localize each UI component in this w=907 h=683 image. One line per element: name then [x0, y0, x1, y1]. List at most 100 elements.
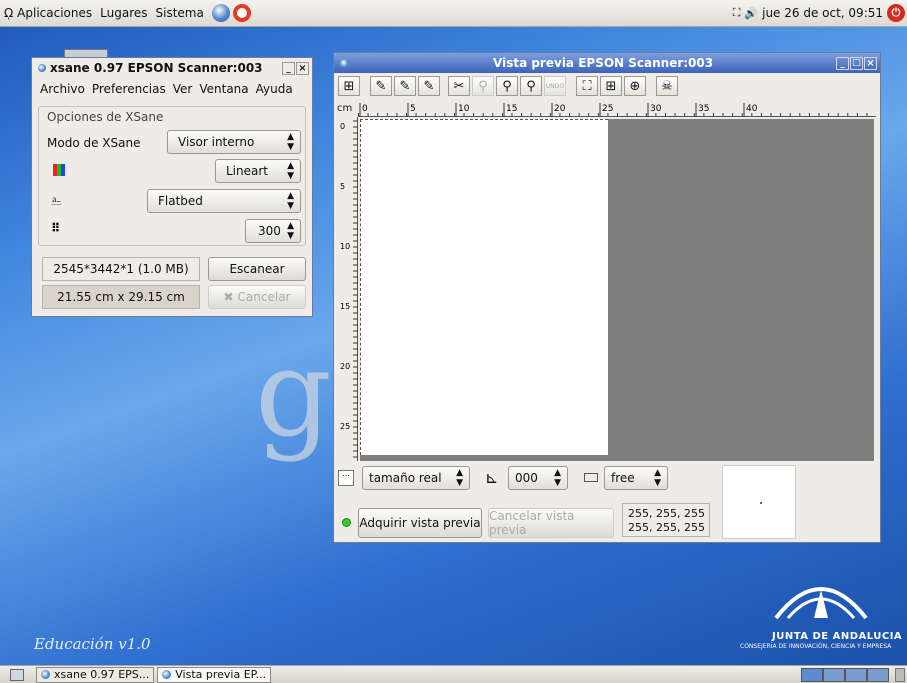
preview-minimize-button[interactable]: _	[836, 56, 849, 70]
clock[interactable]: jue 26 de oct, 09:51	[762, 6, 883, 20]
menu-ventana[interactable]: Ventana	[199, 82, 248, 96]
source-select[interactable]: Flatbed ▲ ▼	[147, 189, 301, 213]
preview-toolbar: ⊞ ✎ ✎ ✎ ✂ ⚲ ⚲ ⚲ UNDO ⛶ ⊞ ⊕ ☠	[334, 73, 880, 99]
histogram-thumbnail	[722, 465, 796, 539]
menu-aplicaciones[interactable]: Aplicaciones	[13, 6, 96, 20]
menu-lugares[interactable]: Lugares	[96, 6, 151, 20]
preview-task-icon	[162, 670, 172, 679]
vruler-label: 5	[340, 182, 345, 191]
hruler-label: 5	[410, 104, 416, 114]
menu-sistema[interactable]: Sistema	[152, 6, 208, 20]
resolution-icon: ⠿	[51, 221, 61, 235]
menu-preferencias[interactable]: Preferencias	[92, 82, 166, 96]
scan-area[interactable]	[360, 119, 608, 455]
zoom-area-icon[interactable]: ⚲	[520, 76, 542, 96]
vruler-label: 10	[340, 242, 350, 251]
help-lifebuoy-icon[interactable]	[232, 4, 251, 22]
fit-select-icon[interactable]: ⊕	[624, 76, 646, 96]
minimize-button[interactable]: _	[282, 61, 295, 75]
xsane-task-icon	[41, 670, 50, 679]
preview-maximize-button[interactable]: □	[850, 56, 863, 70]
hruler-label: 0	[362, 104, 368, 114]
cancel-icon: ✖	[223, 290, 234, 304]
taskbar-item-preview[interactable]: Vista previa EP...	[157, 666, 272, 683]
pipette-white-icon[interactable]: ✎	[370, 76, 392, 96]
network-icon[interactable]: ⛶	[733, 6, 741, 20]
acquire-preview-button[interactable]: Adquirir vista previa	[358, 508, 482, 538]
junta-logo	[766, 570, 876, 620]
xsane-titlebar[interactable]: xsane 0.97 EPSON Scanner:003 _ ×	[32, 58, 312, 78]
volume-icon[interactable]: 🔊	[744, 7, 758, 20]
bottom-panel: xsane 0.97 EPS... Vista previa EP...	[0, 665, 907, 683]
menu-ver[interactable]: Ver	[173, 82, 193, 96]
desktop-brand-text: Educación v1.0	[34, 635, 151, 653]
vruler-label: 0	[340, 122, 345, 131]
resolution-select[interactable]: 300 ▲ ▼	[245, 219, 301, 243]
preview-titlebar[interactable]: Vista previa EPSON Scanner:003 _ □ ×	[334, 53, 880, 73]
xsane-menubar: Archivo Preferencias Ver Ventana Ayuda	[32, 78, 312, 100]
preview-title: Vista previa EPSON Scanner:003	[493, 56, 714, 70]
ruler-unit: cm	[337, 103, 353, 114]
zoom-select[interactable]: tamaño real ▲ ▼	[362, 466, 470, 490]
workspace-1[interactable]	[801, 667, 823, 682]
pipette-gray-icon[interactable]: ✎	[394, 76, 416, 96]
vertical-ruler: 0 5 10 15 20 25	[338, 117, 358, 461]
zoom-in-icon[interactable]: ⚲	[496, 76, 518, 96]
hruler-label: 20	[554, 104, 566, 114]
preview-window: Vista previa EPSON Scanner:003 _ □ × ⊞ ✎…	[333, 52, 881, 543]
hruler-label: 10	[458, 104, 470, 114]
hruler-label: 25	[602, 104, 613, 114]
menu-ayuda[interactable]: Ayuda	[256, 82, 293, 96]
xsane-window: xsane 0.97 EPSON Scanner:003 _ × Archivo…	[31, 57, 313, 317]
rgb-line-2: 255, 255, 255	[628, 521, 705, 534]
scan-button[interactable]: Escanear	[208, 257, 306, 281]
trash-icon[interactable]	[895, 667, 905, 682]
vruler-label: 20	[340, 362, 350, 371]
select-area-icon[interactable]: ⊞	[338, 76, 360, 96]
hruler-label: 30	[650, 104, 662, 114]
pipette-black-icon[interactable]: ✎	[418, 76, 440, 96]
ratio-select[interactable]: free ▲ ▼	[604, 466, 668, 490]
mode-select[interactable]: Visor interno ▲ ▼	[167, 130, 301, 154]
rotation-icon: ⊾	[485, 468, 499, 487]
cancel-scan-button[interactable]: ✖ Cancelar	[208, 285, 306, 309]
delete-preview-icon[interactable]: ☠	[656, 76, 678, 96]
preview-close-button[interactable]: ×	[864, 56, 877, 70]
hruler-label: 40	[746, 104, 758, 114]
junta-subtitle: CONSEJERÍA DE INNOVACIÓN, CIENCIA Y EMPR…	[740, 643, 892, 650]
workspace-2[interactable]	[823, 667, 845, 682]
rgb-line-1: 255, 255, 255	[628, 507, 705, 520]
fit-full-icon[interactable]: ⛶	[576, 76, 598, 96]
desktop-logo-g: g	[255, 325, 332, 464]
menu-archivo[interactable]: Archivo	[40, 82, 85, 96]
close-button[interactable]: ×	[296, 61, 309, 75]
zoom-undo-icon[interactable]: UNDO	[544, 76, 566, 96]
browser-launcher-icon[interactable]	[211, 4, 230, 22]
xsane-title: xsane 0.97 EPSON Scanner:003	[50, 61, 263, 75]
color-mode-icon	[53, 164, 65, 176]
junta-title: JUNTA DE ANDALUCIA	[772, 631, 903, 642]
fit-auto-icon[interactable]: ⊞	[600, 76, 622, 96]
rotation-select[interactable]: 000 ▲ ▼	[508, 466, 568, 490]
foot-icon[interactable]: ῼ	[4, 6, 13, 20]
dimensions-display: 21.55 cm x 29.15 cm	[42, 285, 200, 309]
show-desktop-icon[interactable]	[10, 668, 24, 681]
horizontal-ruler: 0 5 10 15 20 25 30 35 40	[358, 101, 876, 117]
workspace-4[interactable]	[867, 667, 889, 682]
logout-icon[interactable]: ⏻	[887, 4, 905, 22]
cancel-preview-button[interactable]: Cancelar vista previa	[488, 508, 614, 538]
zoom-out-icon[interactable]: ⚲	[472, 76, 494, 96]
group-label: Opciones de XSane	[47, 110, 164, 124]
color-mode-select[interactable]: Lineart ▲ ▼	[215, 159, 301, 183]
workspace-3[interactable]	[845, 667, 867, 682]
image-size-display: 2545*3442*1 (1.0 MB)	[42, 257, 200, 281]
preview-canvas[interactable]	[360, 119, 874, 461]
xsane-options-group: Opciones de XSane Modo de XSane Visor in…	[38, 106, 306, 246]
zoom-tool-icon[interactable]: ✂	[448, 76, 470, 96]
ratio-icon	[584, 473, 598, 482]
vruler-label: 25	[340, 422, 350, 431]
preview-app-icon	[340, 58, 349, 68]
taskbar-item-xsane[interactable]: xsane 0.97 EPS...	[36, 666, 155, 683]
scanner-source-icon: ⎁	[51, 193, 63, 209]
preset-area-icon[interactable]: ⋯	[338, 470, 354, 486]
